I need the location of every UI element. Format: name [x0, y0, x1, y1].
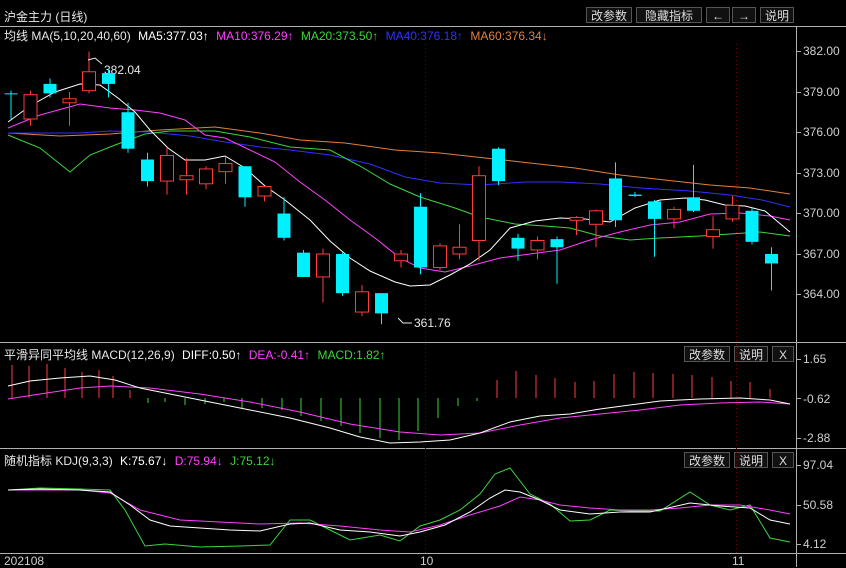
frame-lines	[0, 26, 846, 567]
candle-body	[355, 291, 369, 313]
candle-body	[82, 71, 96, 92]
candle-body	[218, 163, 233, 173]
candle-body	[297, 252, 310, 277]
candlestick-group	[4, 51, 778, 325]
candle-body	[257, 186, 272, 197]
dashed-gridlines	[425, 44, 737, 553]
candle-body	[121, 112, 135, 149]
candle-body	[648, 201, 661, 219]
candle-body	[238, 166, 252, 198]
candle-body	[745, 210, 759, 242]
candle-body	[433, 245, 447, 268]
k-line	[7, 488, 791, 537]
candle-body	[725, 204, 740, 220]
candle-body	[179, 175, 194, 181]
candle-body	[4, 93, 18, 95]
candle-body	[706, 229, 720, 237]
candle-body	[316, 253, 330, 278]
candle-body	[628, 194, 642, 196]
candle-body	[23, 94, 38, 120]
j-line	[7, 467, 791, 548]
candle-body	[569, 217, 584, 221]
candle-body	[160, 154, 174, 182]
candle-body	[550, 239, 564, 248]
candle-body	[141, 159, 154, 182]
candle-body	[452, 246, 467, 255]
candle-body	[511, 237, 525, 249]
candle-body	[530, 240, 545, 251]
candle-body	[199, 168, 213, 185]
candle-body	[375, 293, 388, 314]
candle-body	[394, 253, 408, 262]
candle-body	[589, 210, 603, 225]
candle-body	[667, 208, 681, 220]
macd-histogram	[11, 364, 771, 440]
candle-body	[472, 175, 486, 241]
candle-body	[492, 148, 505, 182]
candle-body	[62, 98, 77, 104]
candle-body	[277, 213, 291, 238]
candle-body	[336, 254, 349, 294]
candle-body	[765, 254, 778, 264]
candle-body	[43, 83, 57, 94]
chart-canvas	[0, 26, 846, 567]
candle-body	[609, 178, 622, 221]
candle-body	[414, 206, 427, 268]
candle-body	[687, 197, 700, 211]
candle-body	[102, 73, 115, 84]
